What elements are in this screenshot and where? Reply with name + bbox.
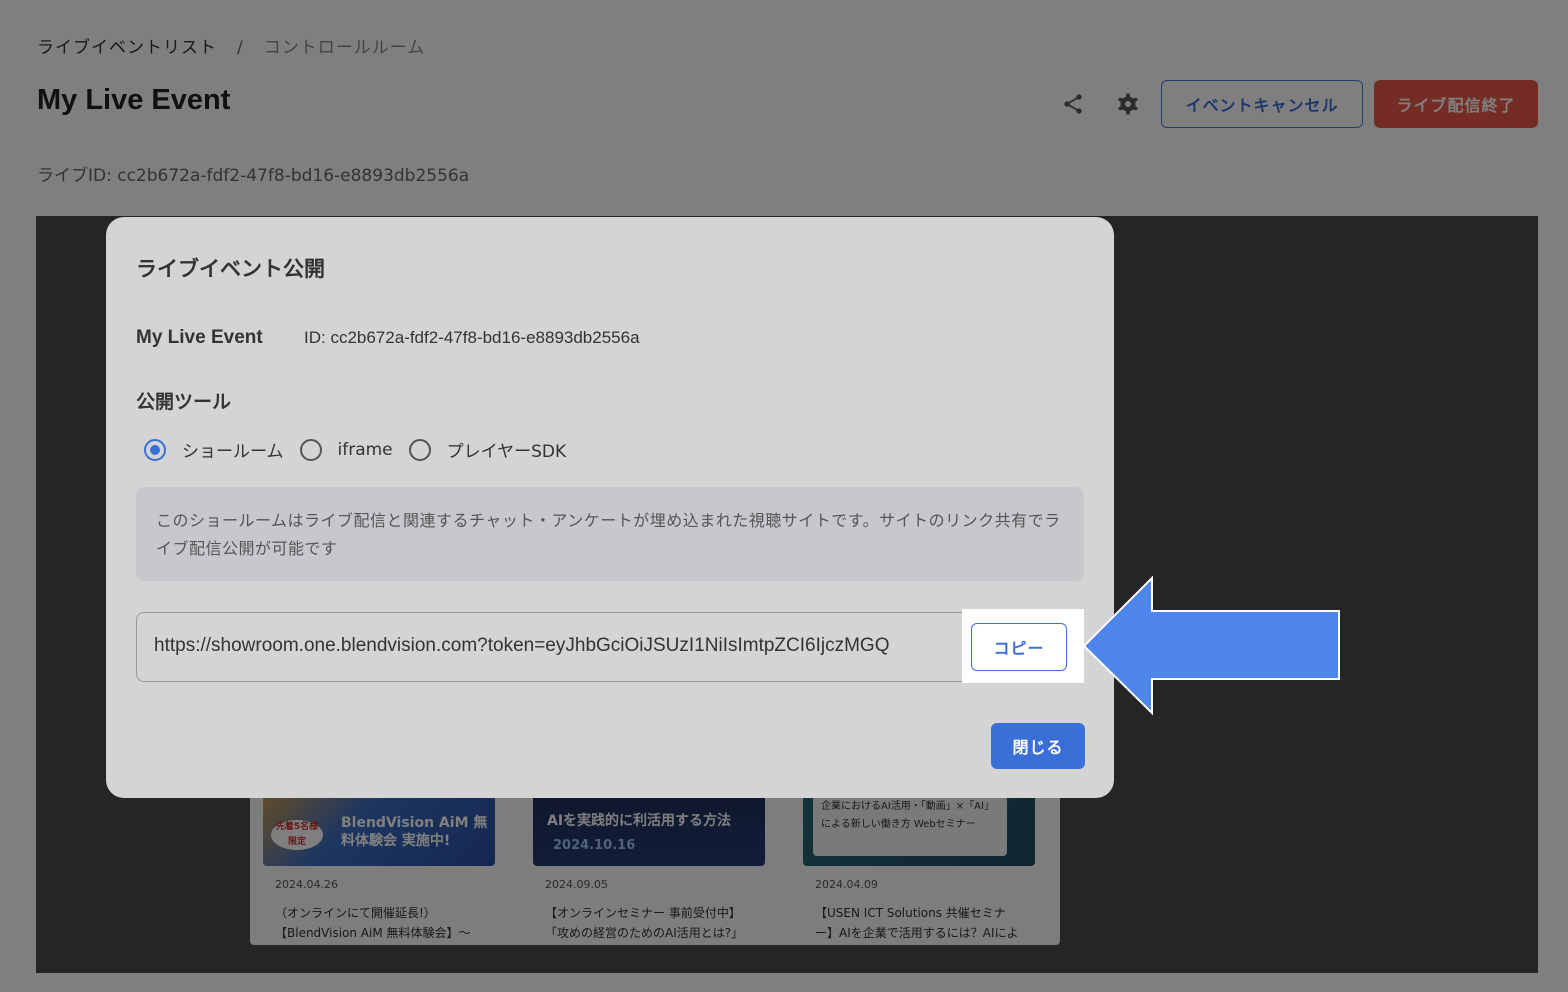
radio-label: iframe [337,439,393,460]
copy-button[interactable]: コピー [971,623,1067,671]
close-button[interactable]: 閉じる [991,723,1085,769]
radio-player-sdk[interactable]: プレイヤーSDK [408,437,567,462]
arrow-left-icon [1082,576,1340,716]
radio-showroom[interactable]: ショールーム [144,437,284,462]
copy-button-highlight: コピー [962,609,1084,683]
share-url-field[interactable]: https://showroom.one.blendvision.com?tok… [136,612,1084,682]
showroom-description: このショールームはライブ配信と関連するチャット・アンケートが埋め込まれた視聴サイ… [136,487,1084,581]
radio-unselected-icon[interactable] [408,438,431,461]
radio-iframe[interactable]: iframe [299,438,393,461]
publish-tool-label: 公開ツール [136,391,232,413]
publish-tool-radio-group: ショールーム iframe プレイヤーSDK [144,437,582,462]
event-id: ID: cc2b672a-fdf2-47f8-bd16-e8893db2556a [304,328,640,347]
radio-label: ショールーム [182,442,284,462]
radio-unselected-icon[interactable] [299,438,322,461]
publish-dialog: ライブイベント公開 My Live Event ID: cc2b672a-fdf… [106,217,1114,798]
share-url-text[interactable]: https://showroom.one.blendvision.com?tok… [154,635,962,657]
event-name: My Live Event [136,327,263,348]
radio-label: プレイヤーSDK [446,442,567,462]
dialog-title: ライブイベント公開 [136,257,325,281]
radio-selected-icon[interactable] [144,438,166,461]
